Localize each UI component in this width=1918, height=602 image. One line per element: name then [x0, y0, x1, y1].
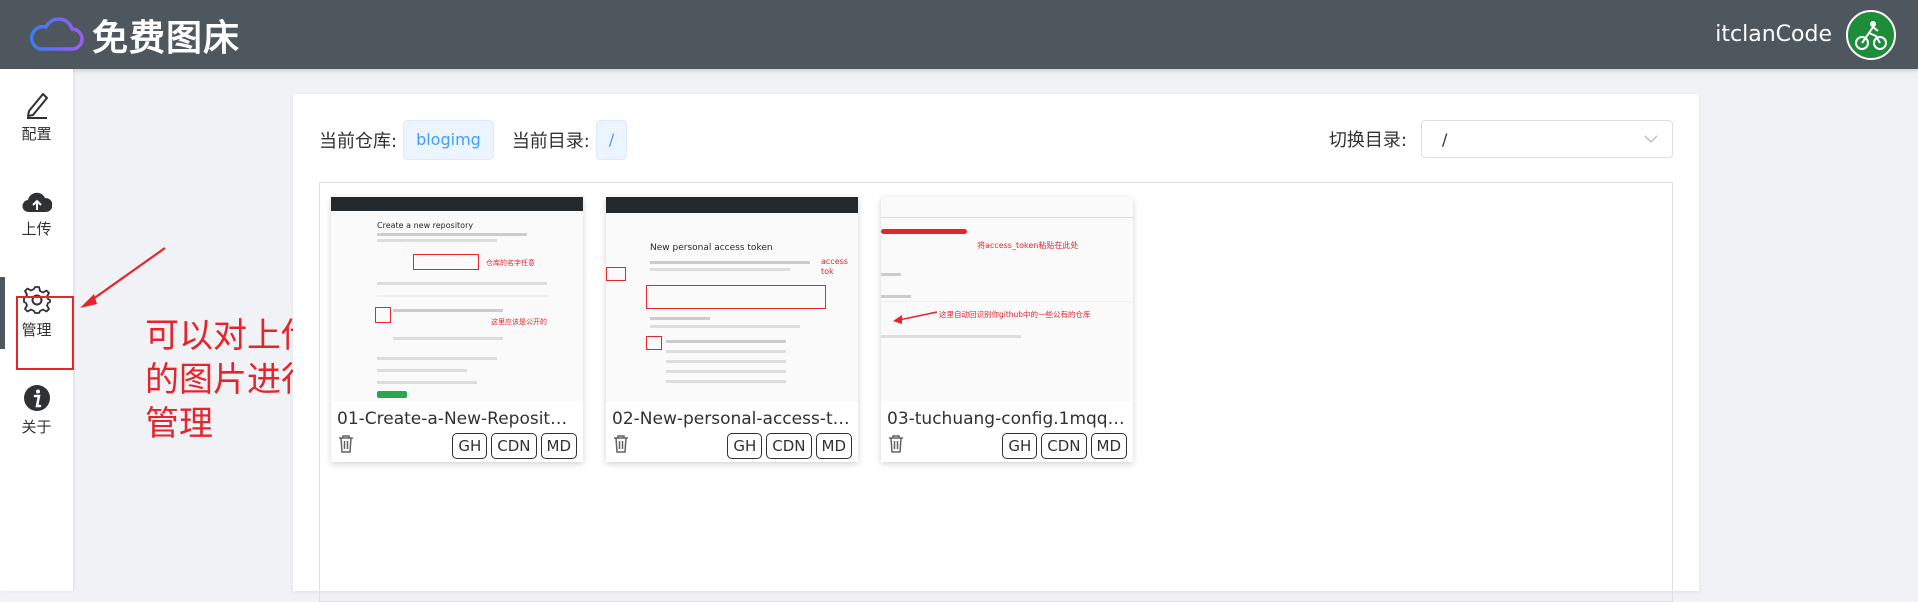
sidebar-item-about[interactable]: 关于 — [0, 365, 73, 455]
app-header: 免费图床 itclanCode — [0, 0, 1918, 69]
switch-label: 切换目录: — [1328, 130, 1407, 151]
trash-icon[interactable] — [887, 434, 905, 454]
user-menu[interactable]: itclanCode — [1715, 9, 1918, 60]
image-gallery: Create a new repository 仓库的名字任意 这里应该是公开的… — [319, 182, 1673, 602]
thumb-note: 这里应该是公开的 — [491, 318, 547, 326]
copy-buttons: GH CDN MD — [1002, 433, 1127, 459]
chevron-down-icon — [1644, 135, 1658, 144]
image-filename: 02-New-personal-access-token.png — [612, 409, 852, 429]
trash-icon[interactable] — [337, 434, 355, 454]
sidebar-item-label: 关于 — [21, 417, 52, 436]
thumb-note: 将access_token粘贴在此处 — [977, 241, 1079, 250]
image-filename: 01-Create-a-New-Repository.png — [337, 409, 577, 429]
username: itclanCode — [1715, 22, 1832, 47]
dir-label: 当前目录: — [511, 131, 590, 152]
thumb-title: Create a new repository — [377, 221, 474, 230]
dir-select-value: / — [1442, 129, 1448, 149]
highlight-box — [16, 296, 74, 370]
image-card[interactable]: New personal access token access tok 02-… — [606, 197, 858, 462]
repo-tag: blogimg — [403, 120, 494, 160]
thumb-note: access tok — [821, 257, 848, 276]
thumb-note: 这里自动回识别你github中的一些公有的仓库 — [939, 310, 1091, 319]
copy-cdn-button[interactable]: CDN — [1041, 433, 1087, 459]
copy-cdn-button[interactable]: CDN — [491, 433, 537, 459]
thumb-title: New personal access token — [650, 243, 773, 253]
image-filename: 03-tuchuang-config.1mqq6li.png — [887, 409, 1127, 429]
copy-md-button[interactable]: MD — [815, 433, 852, 459]
copy-gh-button[interactable]: GH — [727, 433, 763, 459]
brand[interactable]: 免费图床 — [0, 9, 240, 61]
manage-panel: 当前仓库: blogimg 当前目录: / 切换目录: / Create a n… — [293, 94, 1699, 602]
copy-cdn-button[interactable]: CDN — [766, 433, 812, 459]
copy-buttons: GH CDN MD — [727, 433, 852, 459]
copy-md-button[interactable]: MD — [1090, 433, 1127, 459]
toolbar: 当前仓库: blogimg 当前目录: / — [319, 120, 645, 160]
copy-gh-button[interactable]: GH — [452, 433, 488, 459]
sidebar-item-config[interactable]: 配置 — [0, 71, 73, 161]
image-card[interactable]: 将access_token粘贴在此处 这里自动回识别你github中的一些公有的… — [881, 197, 1133, 462]
copy-gh-button[interactable]: GH — [1002, 433, 1038, 459]
cloud-logo-icon — [29, 16, 84, 51]
info-icon — [23, 384, 50, 411]
image-card[interactable]: Create a new repository 仓库的名字任意 这里应该是公开的… — [331, 197, 583, 462]
repo-label: 当前仓库: — [319, 131, 398, 152]
pencil-icon — [26, 92, 48, 119]
trash-icon[interactable] — [612, 434, 630, 454]
copy-buttons: GH CDN MD — [452, 433, 577, 459]
sidebar-item-label: 上传 — [21, 219, 52, 238]
cyclist-avatar-icon — [1855, 20, 1887, 50]
thumb-note: 仓库的名字任意 — [486, 259, 535, 267]
sidebar-item-upload[interactable]: 上传 — [0, 169, 73, 259]
sidebar-item-label: 配置 — [21, 124, 52, 143]
image-thumbnail[interactable]: 将access_token粘贴在此处 这里自动回识别你github中的一些公有的… — [881, 197, 1133, 402]
brand-title: 免费图床 — [92, 17, 241, 59]
dir-tag: / — [595, 120, 628, 160]
image-thumbnail[interactable]: Create a new repository 仓库的名字任意 这里应该是公开的 — [331, 197, 583, 402]
dir-select[interactable]: / — [1421, 120, 1673, 158]
avatar[interactable] — [1846, 9, 1896, 60]
copy-md-button[interactable]: MD — [540, 433, 577, 459]
image-thumbnail[interactable]: New personal access token access tok — [606, 197, 858, 402]
annotation-arrow-icon — [80, 247, 166, 308]
cloud-upload-icon — [22, 192, 52, 212]
dir-switch: 切换目录: / — [1329, 120, 1673, 158]
